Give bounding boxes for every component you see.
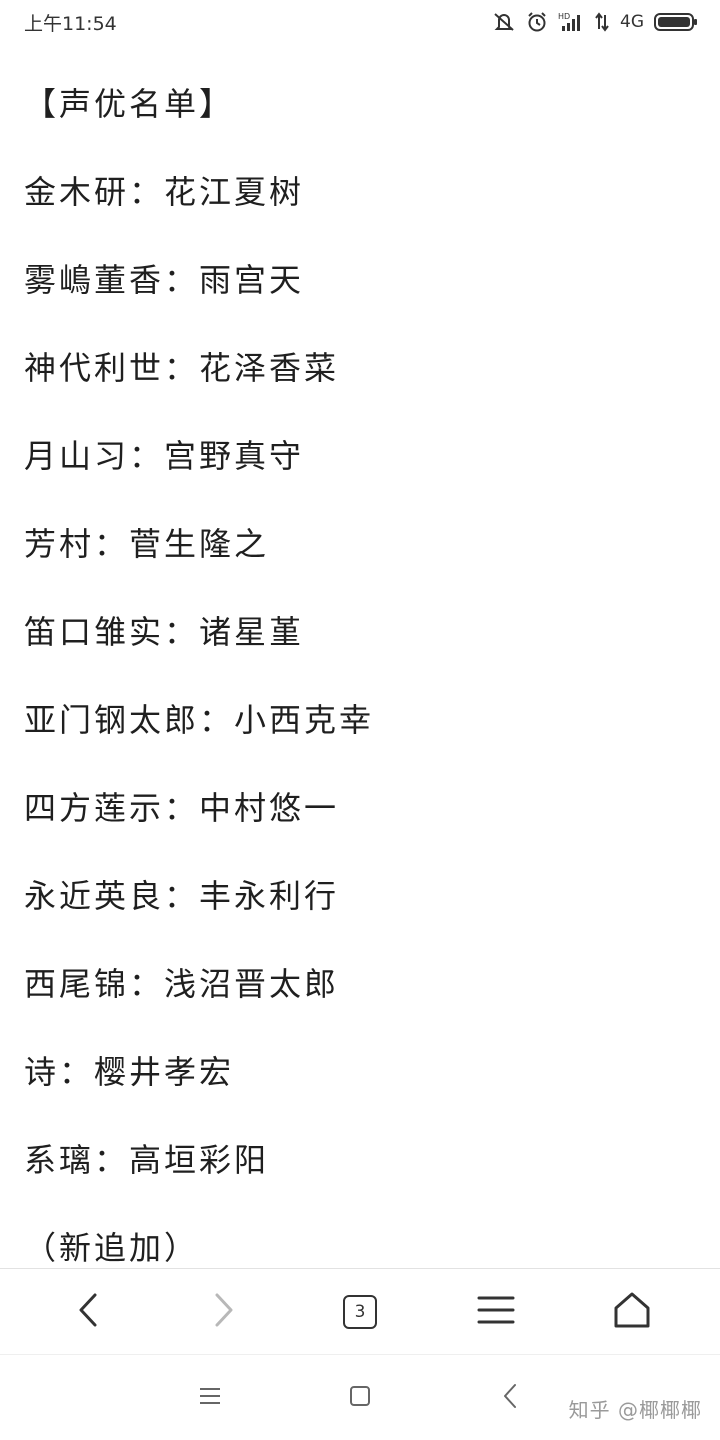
hd-signal-icon: HD	[558, 11, 584, 33]
cast-line: 四方莲示：中村悠一	[24, 789, 340, 827]
data-arrows-icon	[594, 11, 610, 33]
cast-line: 西尾锦：浅沼晋太郎	[24, 965, 340, 1003]
tabs-button[interactable]: 3	[320, 1272, 400, 1352]
article-content: 【声优名单】 金木研：花江夏树 雾嶋董香：雨宫天 神代利世：花泽香菜 月山习：宫…	[24, 72, 704, 1304]
browser-screen: 上午11:54 HD 4G 【声优名单】 金木研：花江夏树 雾嶋董香：雨宫天 神…	[0, 0, 720, 1440]
cast-line: 金木研：花江夏树	[24, 173, 305, 211]
recent-apps-icon	[199, 1386, 221, 1410]
article-heading: 【声优名单】	[24, 85, 235, 123]
tabs-icon: 3	[343, 1294, 377, 1329]
status-time: 上午11:54	[24, 12, 117, 35]
cast-line: 雾嶋董香：雨宫天	[24, 261, 305, 299]
status-icons: HD 4G	[492, 11, 698, 33]
menu-button[interactable]	[456, 1272, 536, 1352]
system-back-icon	[502, 1383, 518, 1413]
mute-vibrate-icon	[492, 11, 516, 33]
back-button[interactable]	[48, 1272, 128, 1352]
browser-toolbar: 3	[0, 1268, 720, 1354]
status-bar: 上午11:54 HD 4G	[0, 0, 720, 44]
cast-line: 永近英良：丰永利行	[24, 877, 340, 915]
battery-icon	[654, 12, 698, 32]
menu-icon	[477, 1295, 515, 1329]
recent-apps-button[interactable]	[135, 1358, 285, 1438]
forward-icon	[209, 1292, 239, 1332]
home-square-icon	[349, 1385, 371, 1411]
cast-line: 笛口雏实：诸星堇	[24, 613, 305, 651]
cast-line: 神代利世：花泽香菜	[24, 349, 340, 387]
svg-text:HD: HD	[558, 12, 570, 21]
back-icon	[73, 1292, 103, 1332]
cast-line: 芳村：菅生隆之	[24, 525, 270, 563]
cast-line: 月山习：宫野真守	[24, 437, 305, 475]
alarm-icon	[526, 11, 548, 33]
system-back-button[interactable]	[435, 1358, 585, 1438]
network-type: 4G	[620, 12, 644, 32]
system-home-button[interactable]	[285, 1358, 435, 1438]
forward-button[interactable]	[184, 1272, 264, 1352]
home-icon	[613, 1291, 651, 1333]
cast-line: 诗：樱井孝宏	[24, 1053, 235, 1091]
cast-line: 亚门钢太郎：小西克幸	[24, 701, 375, 739]
zhihu-watermark: 知乎 @椰椰椰	[568, 1398, 702, 1422]
home-button[interactable]	[592, 1272, 672, 1352]
cast-line: 系璃：高垣彩阳	[24, 1141, 270, 1179]
